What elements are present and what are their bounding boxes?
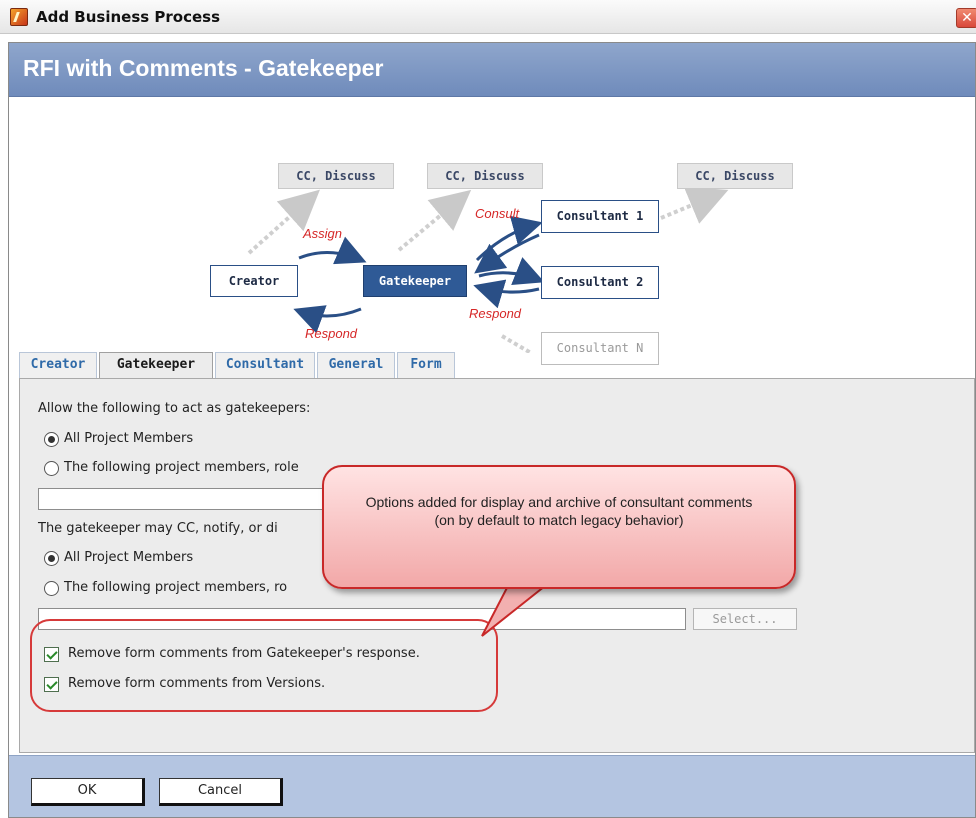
tab-creator[interactable]: Creator [19,352,97,378]
gatekeeper-node: Gatekeeper [363,265,467,297]
tab-gatekeeper[interactable]: Gatekeeper [99,352,213,379]
cc-notify-section-label: The gatekeeper may CC, notify, or di [38,521,278,536]
footer-band: OK Cancel [9,755,975,817]
tab-general[interactable]: General [317,352,395,378]
window-title: Add Business Process [36,8,221,26]
creator-node: Creator [210,265,298,297]
cc-discuss-node-2: CC, Discuss [427,163,543,189]
consultant-1-node: Consultant 1 [541,200,659,233]
callout-pointer [481,580,553,637]
cc-all-radio[interactable] [44,551,59,566]
assign-arrow [298,236,367,265]
workflow-diagram: CC, Discuss CC, Discuss CC, Discuss Crea… [9,98,975,365]
cc-discuss-node-3: CC, Discuss [677,163,793,189]
header-band: RFI with Comments - Gatekeeper [9,43,975,97]
consultant-2-node: Consultant 2 [541,266,659,299]
consultant-cc-arrow [660,186,729,224]
assign-label: Assign [303,226,343,241]
consult-arrow-down [474,233,540,274]
respond-left-arrow [293,305,362,334]
consult-arrow-up [475,215,543,262]
gatekeepers-following-label: The following project members, role [64,460,299,475]
ok-button[interactable]: OK [31,778,145,806]
cc-following-radio[interactable] [44,581,59,596]
cc-following-label: The following project members, ro [64,580,288,595]
dialog-window: Add Business Process ✕ RFI with Comments… [0,0,976,818]
consultantN-arrow [500,334,533,353]
cc-discuss-node-1: CC, Discuss [278,163,394,189]
process-title: RFI with Comments - Gatekeeper [23,55,384,81]
gatekeepers-following-radio[interactable] [44,461,59,476]
consult-label: Consult [475,206,520,221]
respond-left-label: Respond [305,326,358,341]
tab-form[interactable]: Form [397,352,455,378]
close-button[interactable]: ✕ [956,8,976,28]
annotation-callout: Options added for display and archive of… [322,465,796,589]
creator-cc-arrow [247,189,320,255]
gatekeepers-all-label: All Project Members [64,431,194,446]
gatekeepers-all-radio[interactable] [44,432,59,447]
consult2-arrow-left [473,279,540,309]
callout-highlight-ring [30,619,498,712]
callout-text: Options added for display and archive of… [365,494,753,528]
gatekeepers-section-label: Allow the following to act as gatekeeper… [38,401,311,416]
cc-all-label: All Project Members [64,550,194,565]
title-bar: Add Business Process ✕ [0,0,976,34]
gatekeepers-members-input[interactable] [38,488,330,510]
tab-consultant[interactable]: Consultant [215,352,315,378]
gatekeeper-cc-arrow [397,189,472,252]
consult2-arrow-right [478,257,545,286]
consultant-n-node: Consultant N [541,332,659,365]
select-button[interactable]: Select... [693,608,797,630]
app-icon [10,8,28,26]
cancel-button[interactable]: Cancel [159,778,283,806]
respond-right-label: Respond [469,306,522,321]
